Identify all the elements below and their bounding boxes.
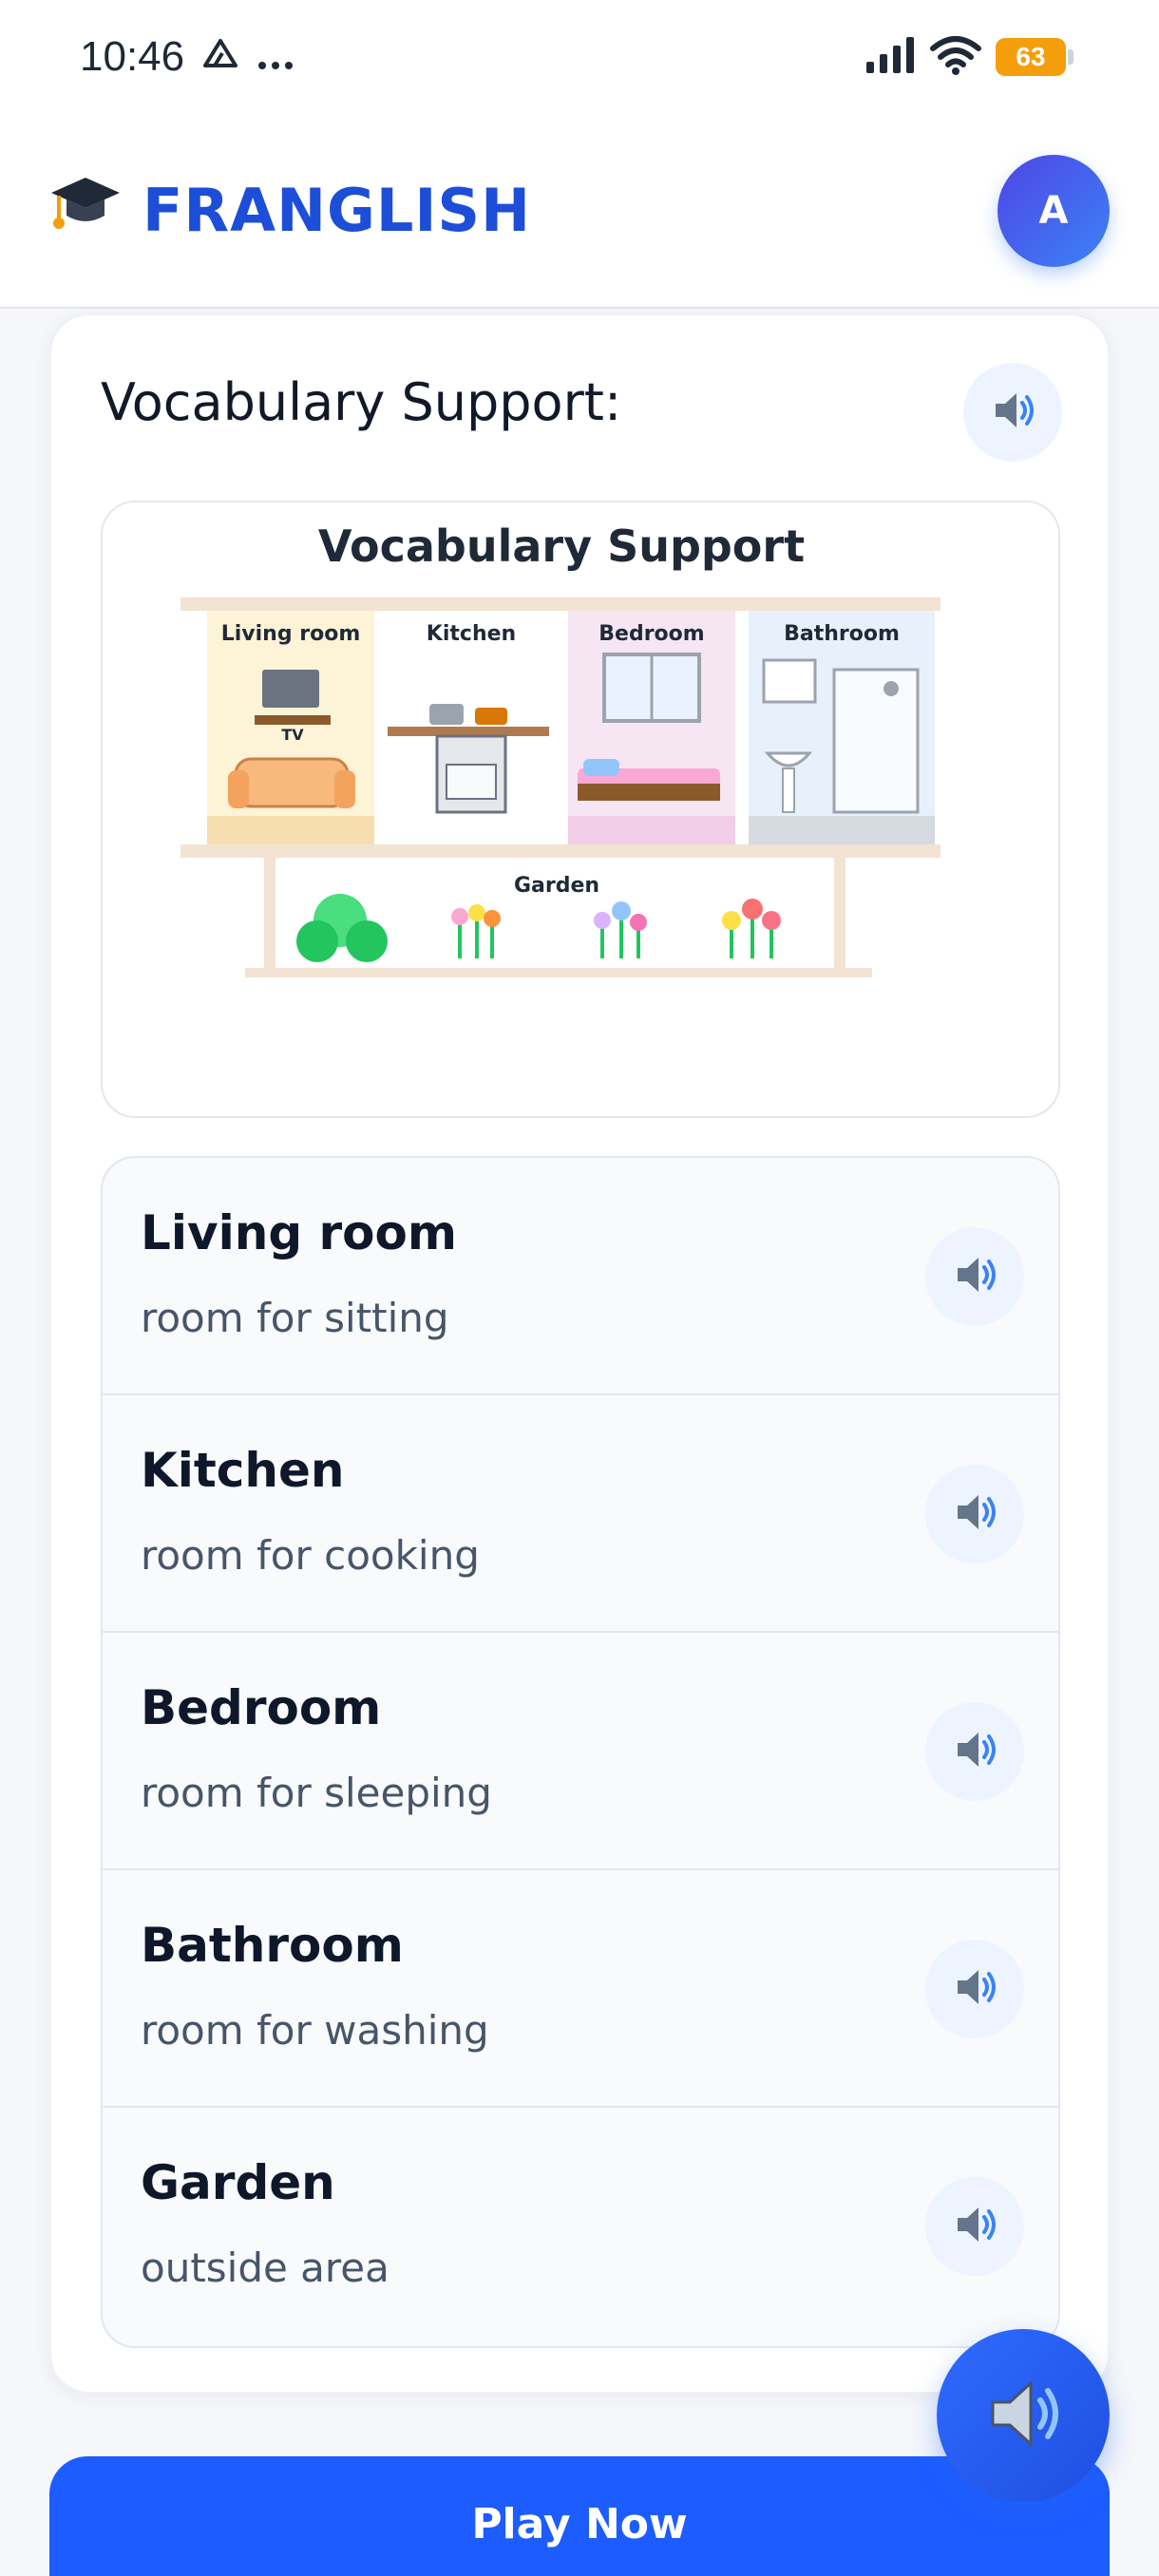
battery-icon: 63 [996,38,1074,76]
vocabulary-list: Living room room for sitting Kitchen roo… [101,1156,1060,2348]
illustration-title: Vocabulary Support [318,521,805,572]
brand-name: FRANGLISH [142,176,531,245]
garden-label: Garden [514,874,599,898]
speaker-icon [950,2200,999,2253]
status-left: 10:46 [80,33,294,81]
floating-audio-button[interactable] [937,2329,1110,2502]
word-speaker-button[interactable] [925,1465,1024,1563]
status-time: 10:46 [80,33,185,80]
room-label-kitchen: Kitchen [427,622,516,646]
status-right: 63 [864,35,1074,79]
vocab-definition: room for sleeping [141,1770,492,1816]
vocab-word: Bathroom [141,1918,404,1973]
speaker-icon [950,1962,999,2016]
app-header: FRANGLISH A [0,114,1159,309]
vocab-word: Living room [141,1205,457,1260]
speaker-icon [950,1725,999,1778]
vocab-definition: outside area [141,2245,390,2291]
word-speaker-button[interactable] [925,1940,1024,2038]
more-dots-icon [256,34,294,81]
avatar[interactable]: A [998,154,1110,267]
vocabulary-illustration: Vocabulary Support Living room TV Kitche… [101,501,1060,1118]
vocabulary-card: Vocabulary Support: Vocabulary Support L… [49,313,1110,2394]
room-label-bathroom: Bathroom [784,622,900,646]
speaker-icon [950,1487,999,1541]
graduation-cap-icon [49,170,122,252]
title-speaker-button[interactable] [963,363,1062,462]
vocab-definition: room for cooking [141,1532,480,1579]
list-item: Living room room for sitting [103,1158,1058,1395]
brand-logo[interactable]: FRANGLISH [49,170,531,252]
room-label-bedroom: Bedroom [598,622,704,646]
list-item: Kitchen room for cooking [103,1395,1058,1633]
status-bar: 10:46 63 [0,0,1159,114]
vocab-definition: room for washing [141,2007,489,2054]
speaker-icon [988,386,1037,439]
list-item: Bedroom room for sleeping [103,1633,1058,1870]
vocab-word: Kitchen [141,1443,345,1498]
word-speaker-button[interactable] [925,1702,1024,1801]
list-item: Bathroom room for washing [103,1870,1058,2108]
speaker-icon [978,2368,1069,2463]
word-speaker-button[interactable] [925,1227,1024,1326]
list-item: Garden outside area [103,2108,1058,2345]
word-speaker-button[interactable] [925,2177,1024,2276]
vocab-definition: room for sitting [141,1295,449,1341]
vocab-word: Bedroom [141,1680,382,1735]
card-title: Vocabulary Support: [101,372,622,432]
play-now-button[interactable]: Play Now [49,2456,1110,2576]
speaker-icon [950,1250,999,1303]
drive-icon [201,34,239,81]
room-label-living: Living room [221,622,361,646]
vocab-word: Garden [141,2155,335,2210]
signal-icon [864,35,916,79]
wifi-icon [929,35,982,79]
tv-label: TV [281,726,304,744]
